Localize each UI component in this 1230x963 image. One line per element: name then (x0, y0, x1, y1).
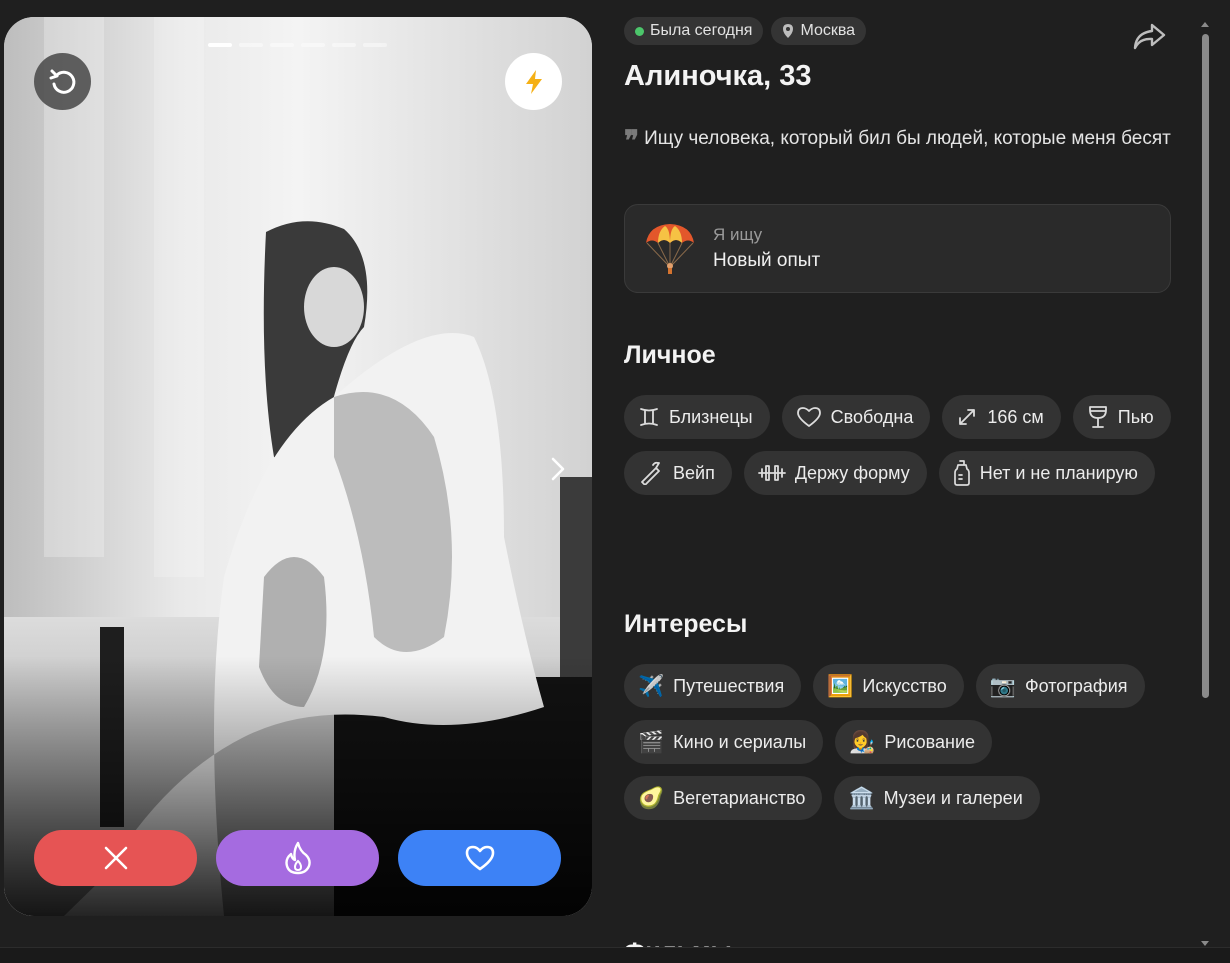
chevron-right-icon (551, 457, 565, 481)
heart-outline-icon (796, 407, 821, 427)
interest-chip-label: Вегетарианство (673, 787, 806, 808)
profile-info: Была сегодня Москва (624, 17, 1172, 45)
interest-chip-label: Искусство (862, 675, 947, 696)
superlike-button[interactable] (216, 830, 379, 886)
baby-bottle-icon (953, 460, 970, 486)
undo-icon (49, 69, 75, 94)
clapper-board-icon: 🎬 (638, 730, 665, 754)
city-text: Москва (800, 22, 856, 39)
artist-icon: 👩‍🎨 (849, 730, 876, 754)
scrollbar[interactable] (1199, 22, 1213, 946)
photo-progress-segment[interactable] (301, 43, 325, 47)
photo-progress-segment[interactable] (239, 43, 263, 47)
online-status-text: Была сегодня (650, 22, 753, 39)
interest-chips: ✈️ Путешествия 🖼️ Искусство 📷 Фотография… (624, 664, 1184, 820)
seeking-card: Я ищу Новый опыт (624, 204, 1171, 293)
online-dot-icon (635, 26, 644, 36)
camera-icon: 📷 (989, 674, 1016, 698)
profile-name-age: Алиночка, 33 (624, 60, 812, 92)
personal-chip-fitness: Держу форму (743, 451, 927, 495)
location-pin-icon (783, 24, 794, 38)
framed-picture-icon: 🖼️ (827, 674, 854, 698)
photo-progress-indicator (208, 43, 387, 47)
interest-chip-art: 🖼️ Искусство (813, 664, 964, 708)
personal-chip-label: Пью (1117, 406, 1154, 427)
like-button[interactable] (398, 830, 561, 886)
interest-chip-label: Фотография (1024, 675, 1128, 696)
photo-progress-segment[interactable] (270, 43, 294, 47)
city-badge: Москва (771, 17, 867, 45)
personal-chip-label: Держу форму (794, 462, 910, 483)
interest-chip-label: Музеи и галереи (883, 787, 1023, 808)
close-icon (104, 846, 127, 870)
personal-chip-label: 166 см (987, 406, 1044, 427)
photo-progress-segment[interactable] (332, 43, 356, 47)
personal-chip-label: Вейп (673, 462, 715, 483)
interest-chip-photography: 📷 Фотография (975, 664, 1145, 708)
personal-chip-smoking: Вейп (624, 451, 732, 495)
scrollbar-thumb[interactable] (1202, 34, 1209, 698)
seeking-value: Новый опыт (713, 250, 821, 271)
interests-section-title: Интересы (624, 610, 748, 638)
status-badges: Была сегодня Москва (624, 17, 1172, 45)
boost-button[interactable] (505, 53, 562, 110)
profile-bio-text: Ищу человека, который бил бы людей, кото… (644, 128, 1171, 149)
interest-chip-label: Кино и сериалы (673, 731, 807, 752)
wine-glass-icon (1088, 406, 1107, 428)
personal-chip-height: 166 см (942, 395, 1061, 439)
airplane-icon: ✈️ (638, 674, 665, 698)
personal-chip-relationship: Свободна (781, 395, 931, 439)
avocado-icon: 🥑 (638, 786, 665, 810)
bottom-edge (0, 947, 1230, 963)
profile-bio: ❞ Ищу человека, который бил бы людей, кот… (624, 124, 1172, 155)
gemini-icon (640, 408, 658, 426)
personal-section-title: Личное (624, 341, 716, 369)
interest-chip-label: Рисование (884, 731, 976, 752)
scroll-down-arrow-icon[interactable] (1201, 941, 1209, 946)
interest-chip-museums: 🏛️ Музеи и галереи (834, 776, 1040, 820)
interest-chip-travel: ✈️ Путешествия (624, 664, 802, 708)
personal-chip-label: Нет и не планирую (979, 462, 1138, 483)
lightning-icon (525, 69, 542, 94)
quote-icon: ❞ (624, 124, 639, 157)
heart-icon (465, 845, 494, 871)
online-status-badge: Была сегодня (624, 17, 764, 45)
dislike-button[interactable] (34, 830, 197, 886)
undo-button[interactable] (34, 53, 91, 110)
vape-icon (641, 461, 660, 485)
personal-chips: Близнецы Свободна 166 см Пью Вейп Держу … (624, 395, 1184, 495)
next-photo-button[interactable] (544, 451, 572, 487)
parachute-icon (646, 224, 694, 274)
height-icon (959, 409, 976, 425)
personal-chip-drinking: Пью (1072, 395, 1171, 439)
personal-chip-zodiac: Близнецы (624, 395, 770, 439)
interest-chip-vegetarian: 🥑 Вегетарианство (624, 776, 823, 820)
action-buttons (34, 830, 561, 886)
personal-chip-children: Нет и не планирую (938, 451, 1155, 495)
share-icon[interactable] (1132, 22, 1166, 52)
personal-chip-label: Свободна (830, 406, 914, 427)
interest-chip-label: Путешествия (673, 675, 785, 696)
interest-chip-drawing: 👩‍🎨 Рисование (835, 720, 993, 764)
personal-chip-label: Близнецы (669, 406, 753, 427)
scroll-up-arrow-icon[interactable] (1201, 22, 1209, 27)
flame-icon (284, 841, 311, 875)
photo-progress-segment[interactable] (363, 43, 387, 47)
dumbbell-icon (757, 465, 786, 481)
interest-chip-movies: 🎬 Кино и сериалы (624, 720, 824, 764)
photo-progress-segment[interactable] (208, 43, 232, 47)
museum-icon: 🏛️ (848, 786, 875, 810)
seeking-label: Я ищу (713, 225, 763, 244)
profile-photo-card[interactable] (4, 17, 592, 916)
